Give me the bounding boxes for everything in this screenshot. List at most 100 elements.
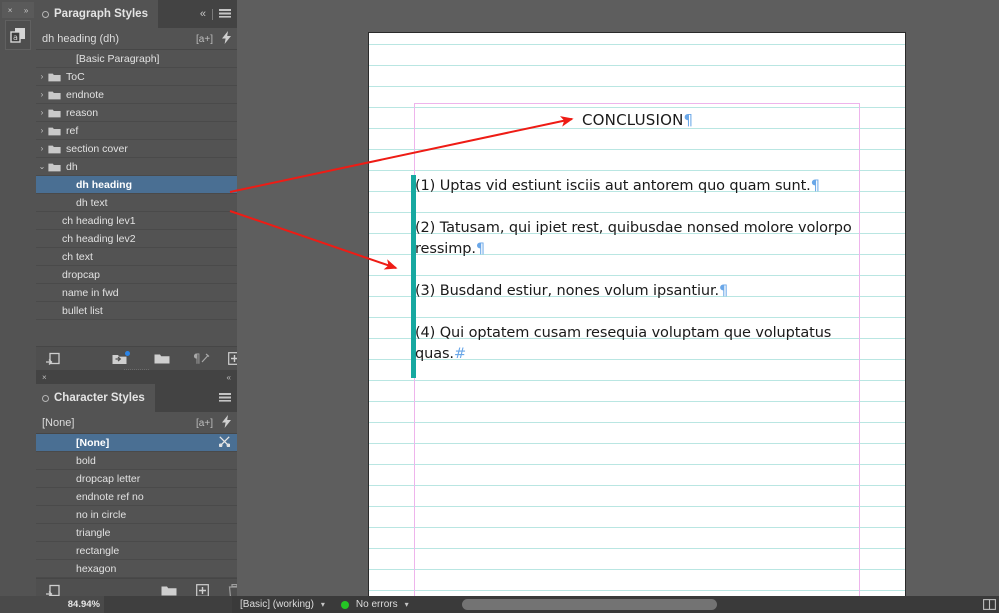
collapse-to-icons-icon[interactable]: « <box>200 9 206 20</box>
chevron-down-icon[interactable]: ▾ <box>405 600 409 609</box>
baseline-grid-line <box>369 275 905 276</box>
horizontal-scrollbar[interactable] <box>417 596 980 613</box>
disclosure-twisty-icon[interactable]: › <box>36 144 48 153</box>
paragraph-style-row[interactable]: ch heading lev2 <box>36 230 237 248</box>
paragraph-style-row[interactable]: dh text <box>36 194 237 212</box>
character-style-row[interactable]: no in circle <box>36 506 237 524</box>
paragraph-style-label: reason <box>66 107 98 119</box>
folder-icon <box>48 90 61 100</box>
character-style-row[interactable]: bold <box>36 452 237 470</box>
document-canvas[interactable]: CONCLUSION¶ (1) Uptas vid estiunt isciis… <box>237 0 980 596</box>
paragraph-style-row[interactable]: bullet list <box>36 302 237 320</box>
paragraph-style-row[interactable]: dh heading <box>36 176 237 194</box>
character-style-row[interactable]: triangle <box>36 524 237 542</box>
quick-apply-icon[interactable] <box>222 415 231 431</box>
tab-paragraph-styles[interactable]: Paragraph Styles <box>36 0 158 28</box>
disclosure-twisty-icon[interactable]: › <box>36 90 48 99</box>
paragraph-style-row[interactable]: ›endnote <box>36 86 237 104</box>
paragraph-style-row[interactable]: › ref <box>36 122 237 140</box>
paragraph-styles-titlebar: Paragraph Styles « <box>36 0 237 28</box>
baseline-grid-line <box>369 212 905 213</box>
paragraph-style-label: name in fwd <box>62 287 119 299</box>
clear-override-icon[interactable]: [a+] <box>196 34 213 45</box>
paragraph-style-row[interactable]: [Basic Paragraph] <box>36 50 237 68</box>
paragraph-style-label: ch heading lev1 <box>62 215 136 227</box>
paragraph-styles-rail-icon[interactable]: a <box>5 20 31 50</box>
panel-status-dot-icon <box>42 11 49 18</box>
styles-panel-column: Paragraph Styles « dh heading (dh) <box>36 0 237 596</box>
character-panel-collapse-icon[interactable]: « <box>227 373 231 382</box>
preflight-errors-status[interactable]: No errors ▾ <box>333 596 417 613</box>
character-style-row[interactable]: endnote ref no <box>36 488 237 506</box>
clear-override-icon[interactable]: [a+] <box>196 418 213 429</box>
paragraph-style-list[interactable]: [Basic Paragraph]›ToC›endnote›reason›ref… <box>36 50 237 320</box>
character-styles-dock-bar: × « <box>36 370 237 384</box>
panel-menu-icon[interactable] <box>219 5 231 23</box>
paragraph-style-row[interactable]: ch text <box>36 248 237 266</box>
character-panel-close-icon[interactable]: × <box>42 373 47 382</box>
clear-character-overrides-icon[interactable] <box>219 436 230 449</box>
folder-icon <box>48 108 61 118</box>
paragraph-style-row[interactable]: name in fwd <box>36 284 237 302</box>
disclosure-twisty-icon[interactable]: › <box>36 72 48 81</box>
character-style-row[interactable]: dropcap letter <box>36 470 237 488</box>
paragraph-style-label: ToC <box>66 71 85 83</box>
character-style-row[interactable]: hexagon <box>36 560 237 578</box>
horizontal-scrollbar-thumb[interactable] <box>462 599 717 610</box>
svg-text:a: a <box>13 33 18 42</box>
folder-icon <box>48 144 61 154</box>
character-style-row[interactable]: rectangle <box>36 542 237 560</box>
clear-overrides-icon[interactable]: ¶ <box>193 352 210 365</box>
vertical-scroll-gutter[interactable] <box>980 0 999 596</box>
baseline-grid-line <box>369 569 905 570</box>
paragraph-style-label: dh <box>66 161 78 173</box>
paragraph-style-row[interactable]: › ToC <box>36 68 237 86</box>
baseline-grid-line <box>369 527 905 528</box>
character-style-row[interactable]: [None] <box>36 434 237 452</box>
baseline-grid-line <box>369 44 905 45</box>
paragraph-style-row[interactable]: dropcap <box>36 266 237 284</box>
margin-guide-top <box>414 103 860 104</box>
rail-expand-icon[interactable]: » <box>24 6 28 15</box>
status-bar-spacer <box>104 596 232 613</box>
load-styles-icon[interactable] <box>46 352 60 366</box>
disclosure-twisty-icon[interactable]: › <box>36 108 48 117</box>
disclosure-twisty-icon[interactable]: ⌄ <box>36 162 48 171</box>
view-layout-icon[interactable] <box>980 596 999 613</box>
document-paragraph-4-line-1: (4) Qui optatem cusam resequia voluptam … <box>415 325 831 341</box>
character-styles-titlebar: Character Styles <box>36 384 237 412</box>
baseline-grid-line <box>369 401 905 402</box>
baseline-grid-line <box>369 548 905 549</box>
quick-apply-icon[interactable] <box>222 31 231 47</box>
baseline-grid-line <box>369 65 905 66</box>
chevron-down-icon[interactable]: ▾ <box>321 600 325 609</box>
application-window: × » a Paragraph Styles « <box>0 0 999 613</box>
paragraph-style-row[interactable]: ⌄ dh <box>36 158 237 176</box>
document-paragraph-2-line-2: ressimp.¶ <box>415 241 485 257</box>
document-page[interactable]: CONCLUSION¶ (1) Uptas vid estiunt isciis… <box>368 32 906 596</box>
character-style-label: [None] <box>76 437 109 449</box>
character-styles-titlebar-controls <box>219 384 231 412</box>
character-style-label: hexagon <box>76 563 116 575</box>
character-style-list[interactable]: [None] bolddropcap letterendnote ref nono… <box>36 434 237 578</box>
paragraph-style-label: ch text <box>62 251 93 263</box>
new-style-group-from-selection-icon[interactable] <box>112 352 128 366</box>
disclosure-twisty-icon[interactable]: › <box>36 126 48 135</box>
titlebar-divider <box>212 9 213 20</box>
paragraph-style-row[interactable]: › reason <box>36 104 237 122</box>
panel-menu-icon[interactable] <box>219 389 231 407</box>
preflight-profile-selector[interactable]: [Basic] (working) ▾ <box>232 596 333 613</box>
tab-character-styles[interactable]: Character Styles <box>36 384 155 412</box>
folder-icon <box>48 72 61 82</box>
paragraph-style-row[interactable]: ›section cover <box>36 140 237 158</box>
current-paragraph-style-label: dh heading (dh) <box>42 33 119 45</box>
zoom-level-value: 84.94% <box>68 599 100 610</box>
baseline-grid-line <box>369 422 905 423</box>
baseline-grid-line <box>369 317 905 318</box>
paragraph-style-label: ref <box>66 125 78 137</box>
paragraph-style-row[interactable]: ch heading lev1 <box>36 212 237 230</box>
new-style-group-icon[interactable] <box>154 352 170 365</box>
rail-close-icon[interactable]: × <box>8 6 13 15</box>
zoom-level-field[interactable]: 84.94% <box>0 596 104 613</box>
paragraph-style-label: bullet list <box>62 305 103 317</box>
